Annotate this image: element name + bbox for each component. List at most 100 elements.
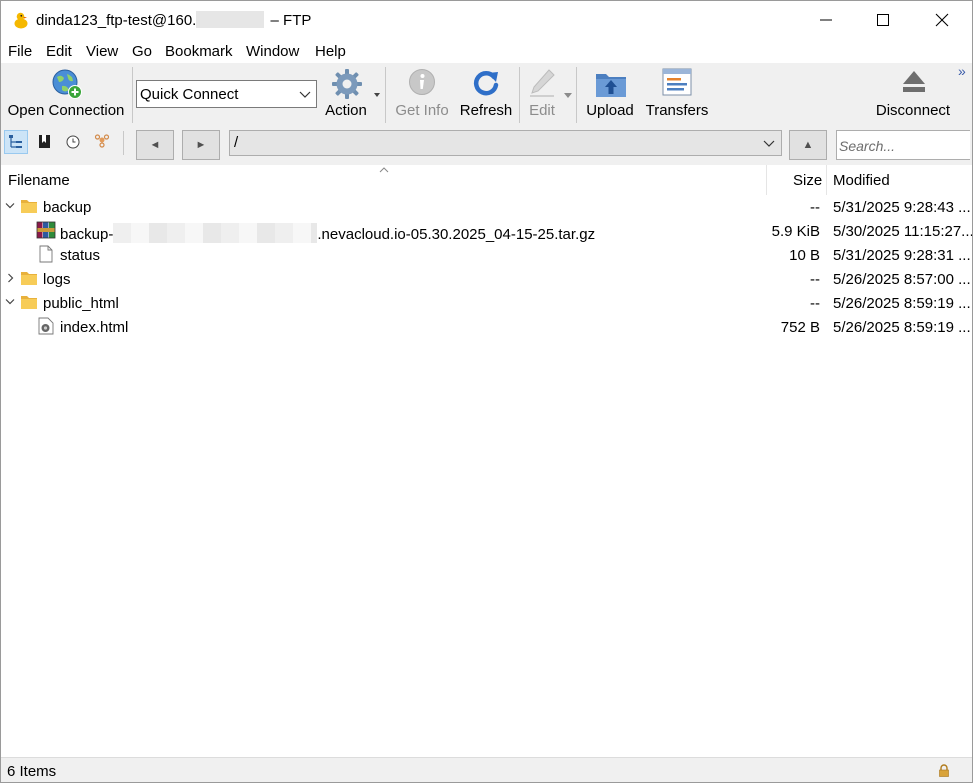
document-icon (39, 245, 53, 263)
disconnect-button[interactable]: Disconnect (871, 63, 955, 125)
status-bar: 6 Items (1, 757, 972, 782)
table-row[interactable]: status 10 B 5/31/2025 9:28:31 ... (1, 243, 972, 267)
file-name: logs (43, 271, 71, 288)
refresh-button[interactable]: Refresh (456, 63, 516, 125)
table-row[interactable]: public_html -- 5/26/2025 8:59:19 ... (1, 291, 972, 315)
bookmark-book-icon (39, 135, 50, 148)
file-size: -- (810, 199, 820, 216)
chevron-right-icon[interactable] (7, 273, 15, 283)
toolbar-separator (385, 67, 386, 123)
action-button[interactable]: Action (321, 63, 371, 125)
close-button[interactable] (913, 1, 971, 39)
eject-icon (903, 71, 925, 92)
quick-connect-select[interactable]: Quick Connect (136, 80, 317, 108)
file-modified: 5/26/2025 8:59:19 ... (833, 319, 971, 336)
open-connection-label: Open Connection (7, 102, 125, 119)
search-input[interactable] (839, 136, 964, 156)
minimize-icon (820, 19, 832, 21)
file-modified: 5/30/2025 11:15:27... (833, 223, 973, 240)
file-name-prefix: backup- (60, 226, 114, 243)
globe-plus-icon (52, 69, 82, 99)
action-label: Action (325, 102, 367, 119)
file-modified: 5/26/2025 8:59:19 ... (833, 295, 971, 312)
refresh-label: Refresh (459, 102, 513, 119)
redacted-host (196, 11, 265, 28)
duck-app-icon (14, 12, 28, 29)
get-info-label: Get Info (395, 102, 449, 119)
open-connection-button[interactable]: Open Connection (5, 63, 127, 125)
bonjour-icon (94, 134, 110, 148)
chevron-down-icon[interactable] (5, 202, 15, 210)
edit-dropdown-arrow-icon[interactable] (564, 93, 572, 98)
window-title: dinda123_ftp-test@160. – FTP (36, 11, 311, 29)
transfers-window-icon (662, 68, 692, 96)
file-name: backup- .nevacloud.io-05.30.2025_04-15-25… (60, 223, 595, 243)
folder-icon (21, 296, 37, 309)
menu-view[interactable]: View (86, 43, 118, 60)
sort-ascending-icon (379, 167, 389, 173)
browser-view-tab[interactable] (4, 130, 28, 154)
maximize-button[interactable] (854, 1, 912, 39)
file-name: backup (43, 199, 92, 216)
menu-help[interactable]: Help (315, 43, 346, 60)
path-select[interactable]: / (229, 130, 782, 156)
info-icon (409, 69, 435, 95)
menu-bar: File Edit View Go Bookmark Window Help (1, 39, 972, 63)
column-size[interactable]: Size (793, 172, 822, 189)
history-tab[interactable] (62, 130, 86, 154)
bookmarks-tab[interactable] (33, 130, 57, 154)
file-modified: 5/31/2025 9:28:43 ... (833, 199, 971, 216)
edit-button[interactable]: Edit (523, 63, 561, 125)
back-button[interactable]: ◄ (136, 130, 174, 160)
folder-icon (21, 200, 37, 213)
file-size: 10 B (789, 247, 820, 264)
menu-window[interactable]: Window (246, 43, 299, 60)
column-modified[interactable]: Modified (833, 172, 890, 189)
column-filename[interactable]: Filename (8, 172, 70, 189)
file-list: backup -- 5/31/2025 9:28:43 ... backup-.… (1, 195, 972, 339)
title-bar: dinda123_ftp-test@160. – FTP (1, 1, 972, 39)
toolbar-separator (132, 67, 133, 123)
chevron-down-icon[interactable] (5, 298, 15, 306)
bonjour-tab[interactable] (91, 130, 115, 154)
file-list-header: Filename Size Modified (1, 165, 972, 195)
forward-button[interactable]: ► (182, 130, 220, 160)
menu-edit[interactable]: Edit (46, 43, 72, 60)
redacted-domain (113, 223, 318, 243)
action-dropdown-arrow-icon[interactable] (374, 93, 380, 97)
get-info-button[interactable]: Get Info (391, 63, 453, 125)
menu-bookmark[interactable]: Bookmark (165, 43, 233, 60)
file-size: -- (810, 295, 820, 312)
transfers-button[interactable]: Transfers (643, 63, 711, 125)
chevron-down-icon (299, 91, 311, 98)
table-row[interactable]: backup -- 5/31/2025 9:28:43 ... (1, 195, 972, 219)
upload-button[interactable]: Upload (581, 63, 639, 125)
quick-connect-value: Quick Connect (140, 86, 239, 103)
table-row[interactable]: logs -- 5/26/2025 8:57:00 ... (1, 267, 972, 291)
toolbar: Open Connection Quick Connect Action Get… (1, 63, 972, 125)
file-modified: 5/26/2025 8:57:00 ... (833, 271, 971, 288)
table-row[interactable]: index.html 752 B 5/26/2025 8:59:19 ... (1, 315, 972, 339)
edit-label: Edit (529, 102, 555, 119)
pencil-icon (530, 69, 555, 97)
column-divider[interactable] (826, 165, 827, 195)
upload-folder-icon (596, 74, 626, 97)
search-field[interactable] (836, 130, 970, 160)
path-value: / (234, 134, 239, 151)
folder-icon (21, 272, 37, 285)
menu-file[interactable]: File (8, 43, 32, 60)
transfers-label: Transfers (645, 102, 709, 119)
refresh-icon (473, 71, 499, 96)
column-divider[interactable] (766, 165, 767, 195)
menu-go[interactable]: Go (132, 43, 152, 60)
minimize-button[interactable] (797, 1, 855, 39)
nav-separator (123, 131, 124, 155)
file-name: status (60, 247, 101, 264)
file-size: 5.9 KiB (771, 223, 820, 240)
table-row[interactable]: backup- .nevacloud.io-05.30.2025_04-15-25… (1, 219, 972, 243)
file-size: -- (810, 271, 820, 288)
parent-directory-button[interactable]: ▲ (789, 130, 827, 160)
file-name-suffix: .nevacloud.io-05.30.2025_04-15-25.tar.gz (317, 226, 596, 243)
toolbar-separator (519, 67, 520, 123)
toolbar-overflow-chevron-icon[interactable]: » (958, 63, 966, 79)
